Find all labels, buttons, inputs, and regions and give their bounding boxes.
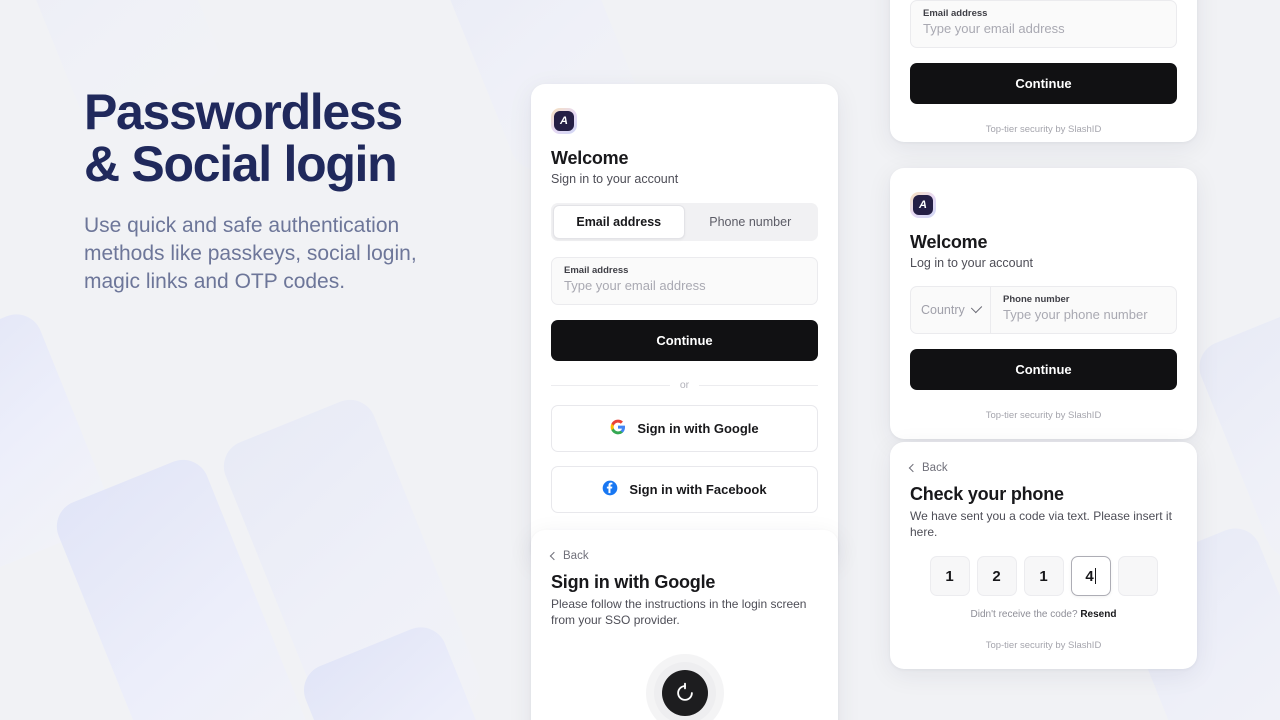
back-link-sso[interactable]: Back (549, 550, 818, 562)
phone-field-group: Country Phone number (910, 286, 1177, 334)
background-shape (296, 619, 514, 720)
continue-button[interactable]: Continue (551, 320, 818, 361)
login-card-email-partial: Email address Continue Top-tier security… (890, 0, 1197, 142)
resend-row: Didn't receive the code? Resend (910, 609, 1177, 620)
facebook-button-label: Sign in with Facebook (629, 482, 767, 497)
chevron-left-icon (549, 551, 559, 561)
continue-button-partial[interactable]: Continue (910, 63, 1177, 104)
background-shape (216, 392, 488, 720)
background-shape (0, 306, 117, 584)
hero-section: Passwordless & Social login Use quick an… (84, 86, 514, 296)
otp-card-title: Check your phone (910, 484, 1064, 504)
email-field-group-partial: Email address (910, 0, 1177, 48)
or-label: or (679, 379, 690, 391)
sign-in-with-facebook-button[interactable]: Sign in with Facebook (551, 466, 818, 513)
or-divider: or (551, 379, 818, 391)
hero-subtitle: Use quick and safe authentication method… (84, 214, 417, 293)
brand-logo: A (551, 108, 577, 134)
back-label-otp: Back (922, 462, 948, 474)
sign-in-with-google-button[interactable]: Sign in with Google (551, 405, 818, 452)
spinner-halo-inner (653, 662, 716, 720)
email-field-label-partial: Email address (923, 8, 988, 19)
phone-number-cell: Phone number (991, 287, 1176, 333)
background-shape (1191, 304, 1280, 566)
back-label: Back (563, 550, 589, 562)
otp-digit-4[interactable]: 4 (1070, 556, 1111, 596)
card-subtitle: Sign in to your account (551, 172, 679, 186)
page-root: Passwordless & Social login Use quick an… (0, 0, 1280, 720)
otp-input-group: 1 2 1 4 (910, 556, 1177, 596)
otp-digit-2[interactable]: 2 (976, 556, 1017, 596)
brand-logo-phone: A (910, 192, 936, 218)
otp-digit-4-value: 4 (1085, 567, 1094, 585)
continue-button-phone[interactable]: Continue (910, 349, 1177, 390)
email-field-label: Email address (564, 265, 629, 276)
sso-card-title: Sign in with Google (551, 572, 716, 592)
country-select[interactable]: Country (911, 287, 991, 333)
security-footer-partial: Top-tier security by SlashID (985, 124, 1102, 135)
tab-email-address[interactable]: Email address (553, 205, 685, 239)
chevron-down-icon (970, 301, 983, 313)
login-card-email: A Welcome Sign in to your account Email … (531, 84, 838, 562)
spinner-halo-outer (645, 654, 724, 720)
back-link-otp[interactable]: Back (908, 462, 1177, 474)
card-title: Welcome (551, 148, 629, 168)
phone-field-label: Phone number (1003, 294, 1070, 305)
facebook-icon (602, 480, 618, 499)
email-input-partial[interactable] (923, 21, 1164, 36)
resend-link[interactable]: Resend (1080, 609, 1116, 620)
page-title: Passwordless & Social login (84, 84, 403, 192)
phone-card-subtitle: Log in to your account (910, 256, 1033, 270)
resend-prompt: Didn't receive the code? (970, 609, 1078, 620)
phone-input[interactable] (1003, 307, 1164, 322)
otp-digit-3[interactable]: 1 (1023, 556, 1064, 596)
google-icon (610, 419, 626, 438)
otp-digit-5[interactable] (1117, 556, 1158, 596)
loading-spinner-icon (661, 670, 708, 716)
background-shape (49, 452, 321, 720)
email-field-group: Email address (551, 257, 818, 305)
text-caret (1094, 568, 1096, 584)
otp-digit-1[interactable]: 1 (929, 556, 970, 596)
otp-card-description: We have sent you a code via text. Please… (910, 509, 1172, 539)
login-card-phone: A Welcome Log in to your account Country… (890, 168, 1197, 439)
logo-letter-phone: A (913, 195, 933, 215)
logo-letter: A (554, 111, 574, 131)
phone-card-title: Welcome (910, 232, 988, 252)
chevron-left-icon (908, 463, 918, 473)
tab-phone-number[interactable]: Phone number (685, 205, 817, 239)
security-footer-phone: Top-tier security by SlashID (985, 410, 1102, 421)
google-button-label: Sign in with Google (637, 421, 759, 436)
auth-method-tabs: Email address Phone number (551, 203, 818, 241)
country-select-value: Country (921, 303, 965, 317)
security-footer-otp: Top-tier security by SlashID (985, 640, 1102, 651)
login-card-otp: Back Check your phone We have sent you a… (890, 442, 1197, 669)
email-input[interactable] (564, 278, 805, 293)
loading-indicator (551, 654, 818, 720)
login-card-sso: Back Sign in with Google Please follow t… (531, 530, 838, 720)
sso-card-description: Please follow the instructions in the lo… (551, 597, 807, 627)
